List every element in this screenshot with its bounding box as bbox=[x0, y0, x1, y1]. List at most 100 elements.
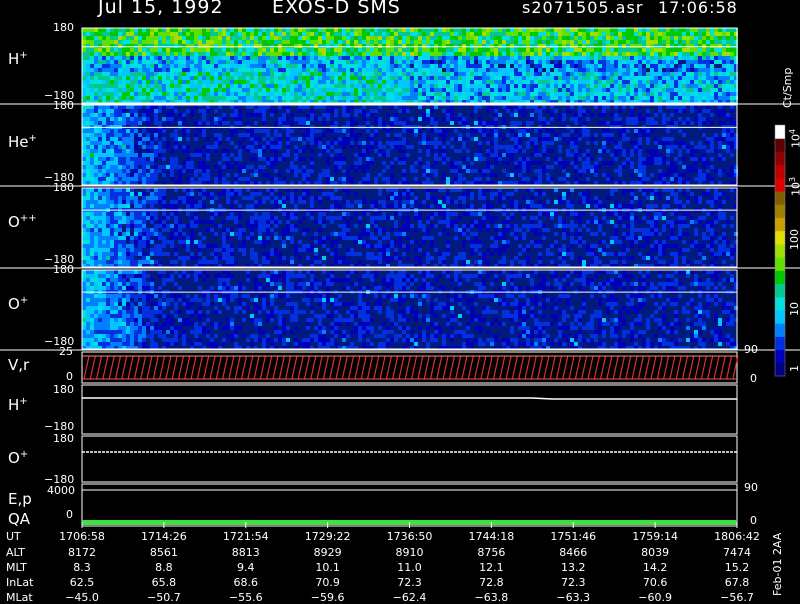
ephemeris-cell: 72.8 bbox=[467, 576, 515, 589]
ephemeris-cell: 13.2 bbox=[549, 561, 597, 574]
ephemeris-cell: 62.5 bbox=[58, 576, 106, 589]
colorbar-swatch bbox=[775, 151, 785, 165]
colorbar-swatch bbox=[775, 297, 785, 311]
ytick-vr-right-max: 90 bbox=[744, 343, 758, 356]
colorbar-swatch bbox=[775, 178, 785, 192]
ephemeris-cell: 68.6 bbox=[222, 576, 270, 589]
ephemeris-cell: 1729:22 bbox=[304, 530, 352, 543]
ephemeris-cell: −50.7 bbox=[140, 591, 188, 604]
colorbar-tick-label: 104 bbox=[788, 129, 800, 148]
ephemeris-cell: 11.0 bbox=[386, 561, 434, 574]
colorbar-swatch bbox=[775, 138, 785, 152]
colorbar-swatch bbox=[775, 125, 785, 139]
ephemeris-cell: 72.3 bbox=[386, 576, 434, 589]
panel-label-ep: E,p bbox=[8, 490, 32, 508]
ephemeris-cell: 8466 bbox=[549, 546, 597, 559]
ephemeris-cell: −63.3 bbox=[549, 591, 597, 604]
ytick-o-max: 180 bbox=[53, 263, 74, 276]
ephemeris-cell: −59.6 bbox=[304, 591, 352, 604]
ephemeris-cell: 15.2 bbox=[713, 561, 761, 574]
ephemeris-cell: −56.7 bbox=[713, 591, 761, 604]
colorbar-swatch bbox=[775, 165, 785, 179]
colorbar-swatch bbox=[775, 204, 785, 218]
panel-label-o2: O++ bbox=[8, 213, 37, 231]
ytick-hl-max: 180 bbox=[53, 383, 74, 396]
colorbar-tick-label: 10 bbox=[788, 302, 800, 316]
ytick-h-max: 180 bbox=[53, 21, 74, 34]
ephemeris-cell: 8929 bbox=[304, 546, 352, 559]
ephemeris-cell: 8561 bbox=[140, 546, 188, 559]
colorbar-tick-label: 103 bbox=[788, 177, 800, 196]
ephemeris-row-name: InLat bbox=[6, 576, 33, 589]
ytick-ep-max: 4000 bbox=[47, 484, 75, 497]
ephemeris-cell: 70.9 bbox=[304, 576, 352, 589]
ephemeris-cell: 8.3 bbox=[58, 561, 106, 574]
panel-label-qa: QA bbox=[8, 510, 30, 528]
colorbar-swatch bbox=[775, 191, 785, 205]
ephemeris-cell: 1714:26 bbox=[140, 530, 188, 543]
ephemeris-cell: 9.4 bbox=[222, 561, 270, 574]
colorbar-swatch bbox=[775, 310, 785, 324]
colorbar-unit: Ct/Smp bbox=[781, 68, 794, 108]
panel-label-h: H+ bbox=[8, 50, 28, 68]
ephemeris-cell: 72.3 bbox=[549, 576, 597, 589]
ephemeris-cell: 8910 bbox=[386, 546, 434, 559]
ephemeris-cell: 8172 bbox=[58, 546, 106, 559]
ephemeris-row-name: UT bbox=[6, 530, 21, 543]
panel-label-o: O+ bbox=[8, 295, 28, 313]
ephemeris-cell: 67.8 bbox=[713, 576, 761, 589]
chart-canvas bbox=[0, 0, 800, 600]
spectrogram-h bbox=[82, 28, 738, 104]
colorbar-swatch bbox=[775, 323, 785, 337]
ephemeris-cell: 8039 bbox=[631, 546, 679, 559]
ephemeris-cell: 70.6 bbox=[631, 576, 679, 589]
ephemeris-cell: 1759:14 bbox=[631, 530, 679, 543]
colorbar-tick-label: 100 bbox=[788, 229, 800, 250]
ytick-ep-right-min: 0 bbox=[750, 514, 757, 527]
colorbar-swatch bbox=[775, 270, 785, 284]
ytick-ep-right-max: 90 bbox=[744, 481, 758, 494]
colorbar-swatch bbox=[775, 231, 785, 245]
ephemeris-cell: 8.8 bbox=[140, 561, 188, 574]
ephemeris-cell: 1744:18 bbox=[467, 530, 515, 543]
ephemeris-cell: −63.8 bbox=[467, 591, 515, 604]
spectrogram-o bbox=[82, 270, 738, 350]
ytick-he-max: 180 bbox=[53, 99, 74, 112]
ytick-vr-min: 0 bbox=[66, 370, 73, 383]
ephemeris-cell: 8813 bbox=[222, 546, 270, 559]
header-file: s2071505.asr bbox=[522, 0, 643, 17]
ephemeris-row-name: ALT bbox=[6, 546, 25, 559]
ytick-ep-min: 0 bbox=[66, 508, 73, 521]
colorbar-tick-label: 1 bbox=[788, 365, 800, 372]
ephemeris-cell: 14.2 bbox=[631, 561, 679, 574]
ephemeris-cell: −45.0 bbox=[58, 591, 106, 604]
ephemeris-cell: 65.8 bbox=[140, 576, 188, 589]
ephemeris-cell: 1751:46 bbox=[549, 530, 597, 543]
panel-frame-o-line bbox=[82, 436, 737, 482]
colorbar-swatch bbox=[775, 284, 785, 298]
header-date: Jul 15, 1992 bbox=[98, 0, 224, 18]
ytick-vr-max: 25 bbox=[59, 345, 73, 358]
colorbar-swatch bbox=[775, 350, 785, 364]
spectrogram-he bbox=[82, 105, 738, 185]
ytick-ol-max: 180 bbox=[53, 432, 74, 445]
ytick-vr-right-min: 0 bbox=[750, 372, 757, 385]
spectrogram-o2 bbox=[82, 188, 738, 268]
ephemeris-cell: −62.4 bbox=[386, 591, 434, 604]
plot-stage: Jul 15, 1992 EXOS-D SMS s2071505.asr 17:… bbox=[0, 0, 800, 600]
h-line-trace bbox=[82, 398, 737, 399]
ephemeris-cell: 1806:42 bbox=[713, 530, 761, 543]
colorbar-swatch bbox=[775, 257, 785, 271]
ephemeris-cell: 1721:54 bbox=[222, 530, 270, 543]
panel-frame-h-line bbox=[82, 385, 737, 434]
panel-label-vr: V,r bbox=[8, 356, 29, 374]
ephemeris-cell: 10.1 bbox=[304, 561, 352, 574]
panel-label-o-line: O+ bbox=[8, 449, 28, 467]
ephemeris-cell: 7474 bbox=[713, 546, 761, 559]
colorbar-swatch bbox=[775, 244, 785, 258]
colorbar-swatch bbox=[775, 363, 785, 377]
ephemeris-cell: 12.1 bbox=[467, 561, 515, 574]
panel-label-he: He+ bbox=[8, 133, 37, 151]
ephemeris-cell: 1706:58 bbox=[58, 530, 106, 543]
footer-note: Feb-01 2AA bbox=[771, 533, 784, 596]
